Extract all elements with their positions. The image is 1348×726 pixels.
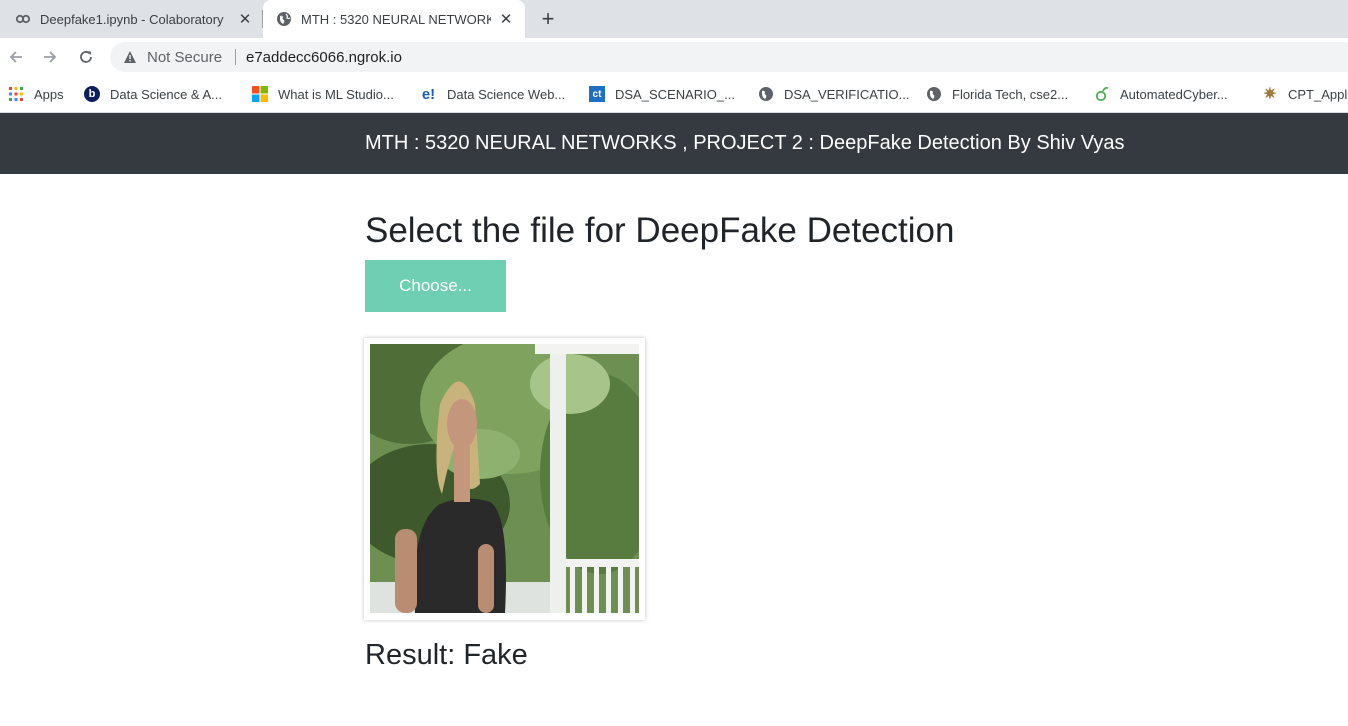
bookmark-apps[interactable]: Apps	[8, 85, 64, 103]
colab-icon	[15, 11, 31, 27]
reload-icon[interactable]	[76, 47, 96, 67]
bookmark-automated-cyber[interactable]: AutomatedCyber...	[1094, 85, 1228, 103]
choose-file-button[interactable]: Choose...	[365, 260, 506, 312]
b-circle-icon: b	[84, 86, 100, 102]
back-icon[interactable]	[6, 47, 26, 67]
bookmarks-bar: Apps b Data Science & A... What is ML St…	[0, 76, 1348, 113]
navbar-title: MTH : 5320 NEURAL NETWORKS , PROJECT 2 :…	[365, 132, 1125, 154]
address-divider	[235, 49, 236, 65]
bookmark-label: Florida Tech, cse2...	[952, 86, 1069, 102]
bookmark-dsa-scenario[interactable]: ct DSA_SCENARIO_...	[589, 85, 735, 103]
globe-icon	[926, 86, 942, 102]
bookmark-ml-studio[interactable]: What is ML Studio...	[252, 85, 394, 103]
bookmark-florida-tech[interactable]: Florida Tech, cse2...	[926, 85, 1068, 103]
bookmark-dsa-verification[interactable]: DSA_VERIFICATIO...	[758, 85, 909, 103]
bookmark-data-science-a[interactable]: b Data Science & A...	[84, 85, 222, 103]
e-exclaim-icon: e!	[421, 85, 436, 103]
browser-toolbar: Not Secure e7addecc6066.ngrok.io	[0, 38, 1348, 76]
globe-icon	[758, 86, 774, 102]
bookmark-label: AutomatedCyber...	[1120, 86, 1228, 102]
image-preview-frame	[364, 338, 645, 620]
bookmark-label: DSA_SCENARIO_...	[615, 86, 735, 102]
result-label: Result: Fake	[365, 639, 528, 671]
tab-title: MTH : 5320 NEURAL NETWORKS	[301, 11, 491, 27]
globe-icon	[276, 11, 292, 27]
bookmark-cpt-appl[interactable]: ✷ CPT_Appl	[1262, 85, 1347, 103]
close-icon[interactable]: ✕	[498, 11, 514, 28]
uploaded-image	[370, 344, 639, 613]
forward-icon[interactable]	[40, 47, 60, 67]
tab-strip: Deepfake1.ipynb - Colaboratory ✕ MTH : 5…	[0, 0, 1348, 38]
microsoft-icon	[252, 86, 268, 102]
bookmark-label: DSA_VERIFICATIO...	[784, 86, 910, 102]
bookmark-data-science-web[interactable]: e! Data Science Web...	[420, 85, 565, 103]
close-icon[interactable]: ✕	[237, 11, 253, 28]
site-navbar: MTH : 5320 NEURAL NETWORKS , PROJECT 2 :…	[0, 113, 1348, 174]
page-title: Select the file for DeepFake Detection	[365, 211, 955, 250]
address-bar[interactable]: Not Secure e7addecc6066.ngrok.io	[110, 42, 1348, 72]
bookmark-label: Data Science & A...	[110, 86, 223, 102]
tab-colab[interactable]: Deepfake1.ipynb - Colaboratory ✕	[0, 0, 262, 38]
tab-title: Deepfake1.ipynb - Colaboratory	[40, 11, 224, 27]
spark-icon: ✷	[1263, 86, 1277, 103]
warning-icon[interactable]	[123, 50, 137, 64]
security-status[interactable]: Not Secure	[147, 49, 222, 66]
bookmark-label: CPT_Appl	[1288, 86, 1348, 102]
leaf-icon	[1094, 86, 1110, 102]
tab-mth-5320[interactable]: MTH : 5320 NEURAL NETWORKS ✕	[263, 0, 525, 38]
url-text[interactable]: e7addecc6066.ngrok.io	[246, 49, 402, 66]
bookmark-label: Data Science Web...	[447, 86, 566, 102]
new-tab-button[interactable]: +	[537, 8, 559, 30]
bookmark-label: What is ML Studio...	[278, 86, 394, 102]
bookmark-label: Apps	[34, 86, 64, 102]
ct-icon: ct	[589, 86, 605, 102]
apps-grid-icon	[8, 86, 24, 102]
